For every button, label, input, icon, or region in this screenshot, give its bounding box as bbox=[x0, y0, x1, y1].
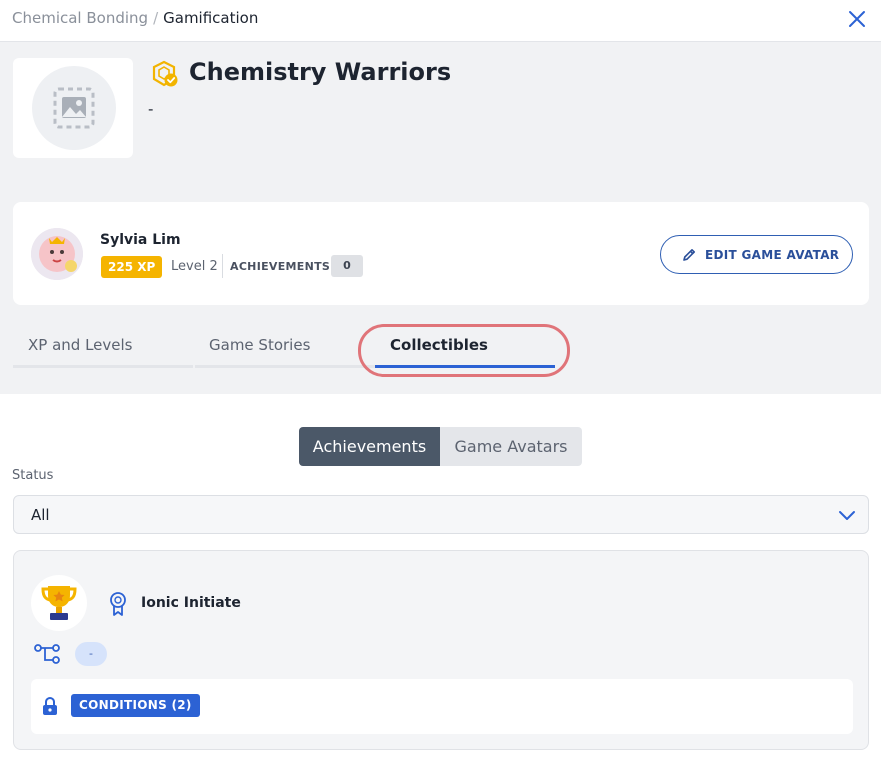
avatar bbox=[31, 228, 83, 280]
player-level: Level 2 bbox=[171, 259, 218, 274]
segment-achievements[interactable]: Achievements bbox=[299, 427, 440, 466]
breadcrumb-separator: / bbox=[153, 9, 159, 27]
achievements-label: ACHIEVEMENTS bbox=[230, 260, 331, 273]
status-select-value: All bbox=[31, 506, 50, 524]
player-card: Sylvia Lim 225 XP Level 2 ACHIEVEMENTS 0… bbox=[13, 202, 869, 305]
path-value-pill: - bbox=[75, 642, 107, 666]
trophy-icon bbox=[31, 575, 87, 631]
divider bbox=[222, 254, 223, 278]
ribbon-icon bbox=[109, 592, 127, 620]
conditions-box: CONDITIONS (2) bbox=[31, 679, 853, 734]
close-icon[interactable] bbox=[845, 7, 869, 31]
segment-game-avatars[interactable]: Game Avatars bbox=[440, 427, 582, 466]
tab-xp-and-levels[interactable]: XP and Levels bbox=[13, 330, 193, 368]
path-icon bbox=[34, 644, 60, 668]
xp-badge: 225 XP bbox=[101, 256, 163, 278]
player-name: Sylvia Lim bbox=[100, 232, 181, 248]
game-title: Chemistry Warriors bbox=[189, 58, 452, 86]
tab-label: Game Stories bbox=[209, 336, 311, 354]
pencil-icon bbox=[683, 249, 695, 261]
achievement-name: Ionic Initiate bbox=[141, 595, 241, 611]
game-badge-icon bbox=[151, 60, 179, 88]
breadcrumb-current: Gamification bbox=[163, 9, 259, 27]
breadcrumb: Chemical Bonding / Gamification bbox=[12, 9, 258, 27]
tab-label: XP and Levels bbox=[28, 336, 133, 354]
edit-game-avatar-button[interactable]: EDIT GAME AVATAR bbox=[660, 235, 853, 274]
lock-icon bbox=[41, 696, 59, 720]
achievements-count: 0 bbox=[331, 255, 363, 277]
tab-game-stories[interactable]: Game Stories bbox=[195, 330, 375, 368]
status-label: Status bbox=[12, 468, 54, 483]
highlight-ring bbox=[358, 324, 570, 377]
image-placeholder-icon bbox=[32, 66, 116, 150]
conditions-button[interactable]: CONDITIONS (2) bbox=[71, 694, 200, 717]
achievement-card: Ionic Initiate - CONDITIONS (2) bbox=[13, 550, 869, 750]
edit-game-avatar-label: EDIT GAME AVATAR bbox=[705, 248, 840, 262]
status-select[interactable]: All bbox=[13, 495, 869, 534]
chevron-down-icon bbox=[839, 511, 855, 520]
breadcrumb-parent[interactable]: Chemical Bonding bbox=[12, 9, 148, 27]
tab-underline bbox=[195, 365, 375, 368]
header-bar: Chemical Bonding / Gamification bbox=[0, 0, 881, 42]
game-description: - bbox=[148, 100, 154, 118]
game-thumbnail bbox=[13, 58, 133, 158]
collectibles-toggle: Achievements Game Avatars bbox=[299, 427, 582, 466]
tab-underline bbox=[13, 365, 193, 368]
